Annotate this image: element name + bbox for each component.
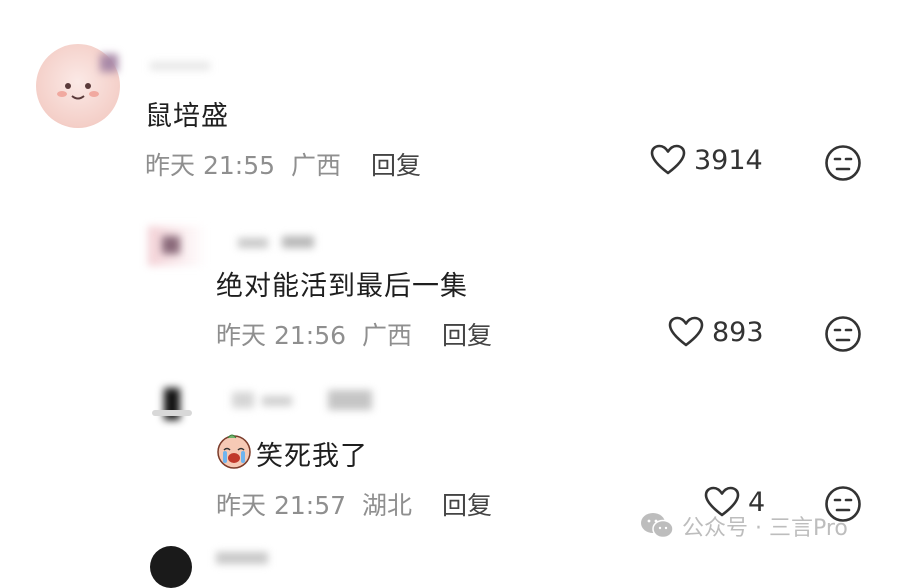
comment-time: 21:56: [273, 321, 347, 350]
heart-icon: [668, 316, 704, 347]
dislike-face-icon[interactable]: [824, 144, 862, 186]
reply-button[interactable]: 回复: [442, 491, 492, 520]
username-blurred: [328, 390, 372, 410]
comment-time: 21:57: [273, 491, 347, 520]
username-blurred: [238, 238, 268, 248]
avatar[interactable]: [150, 546, 192, 588]
wechat-icon: [641, 513, 674, 539]
like-count: 893: [712, 316, 764, 348]
emoji-sticker-icon: [214, 430, 254, 470]
comment-text: 鼠培盛: [145, 101, 229, 132]
username-blurred: [232, 392, 254, 408]
watermark-text: 公众号 · 三言Pro: [682, 516, 848, 541]
comment-meta: 昨天 21:56 广西 回复: [216, 316, 492, 352]
comment-date: 昨天: [216, 491, 267, 520]
comment-location: 广西: [290, 151, 341, 180]
like-button[interactable]: 893: [668, 316, 764, 348]
reply-button[interactable]: 回复: [371, 151, 421, 180]
username-blurred: [282, 236, 314, 248]
comment-text: 绝对能活到最后一集: [216, 271, 468, 302]
comment-location: 广西: [361, 321, 412, 350]
comment-date: 昨天: [216, 321, 267, 350]
reply-button[interactable]: 回复: [442, 321, 492, 350]
avatar-blurred: [162, 236, 180, 254]
comment-meta: 昨天 21:57 湖北 回复: [216, 486, 492, 522]
comment-time: 21:55: [202, 151, 276, 180]
username-blurred: [150, 62, 210, 70]
like-button[interactable]: 3914: [650, 144, 763, 176]
username-blurred: [216, 552, 268, 564]
comment-meta: 昨天 21:55 广西 回复: [145, 146, 421, 182]
comment-location: 湖北: [361, 491, 412, 520]
dislike-face-icon[interactable]: [824, 315, 862, 357]
comment-date: 昨天: [145, 151, 196, 180]
username-blurred: [100, 54, 118, 72]
watermark: 公众号 · 三言Pro: [640, 510, 848, 542]
avatar[interactable]: [150, 384, 200, 434]
like-count: 3914: [694, 144, 763, 176]
username-blurred: [262, 396, 292, 406]
heart-icon: [650, 144, 686, 175]
comment-text: 笑死我了: [256, 441, 368, 472]
